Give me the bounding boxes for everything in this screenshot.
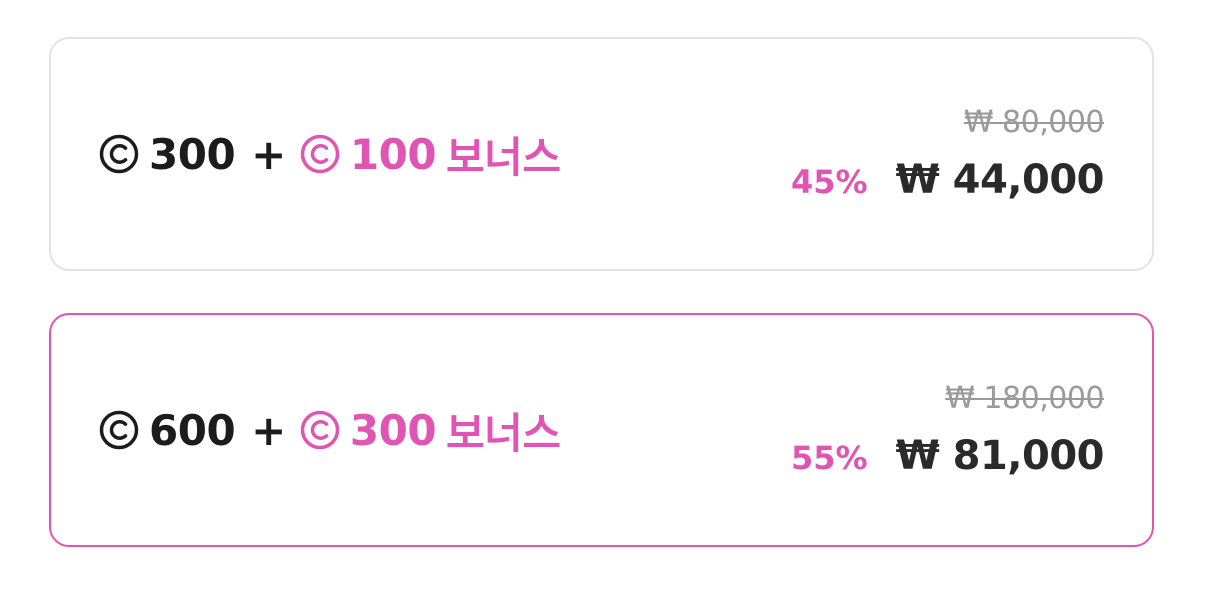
sale-price: ₩ 81,000 [895, 433, 1105, 479]
price-block: ₩ 180,000 55% ₩ 81,000 [791, 315, 1105, 545]
price-block: ₩ 80,000 45% ₩ 44,000 [791, 39, 1105, 269]
bonus-coin-amount: 300 [349, 405, 437, 455]
bonus-coin-icon [300, 134, 340, 174]
coin-amount: 300 [149, 129, 236, 179]
coin-package-card-selected[interactable]: 600 + 300 보너스 ₩ 180,000 55% ₩ 81,000 [49, 313, 1154, 547]
coin-icon [99, 134, 139, 174]
bonus-coin-icon [300, 410, 340, 450]
sale-price: ₩ 44,000 [895, 157, 1105, 203]
bonus-label: 보너스 [446, 408, 561, 458]
plus-sign: + [251, 129, 286, 179]
discount-percent: 55% [791, 439, 868, 477]
coin-amount: 600 [149, 405, 236, 455]
discount-percent: 45% [791, 163, 868, 201]
original-price: ₩ 80,000 [963, 105, 1105, 140]
package-title: 300 + 100 보너스 [99, 39, 561, 269]
package-title: 600 + 300 보너스 [99, 315, 561, 545]
bonus-label: 보너스 [446, 132, 561, 182]
coin-package-card[interactable]: 300 + 100 보너스 ₩ 80,000 45% ₩ 44,000 [49, 37, 1154, 271]
plus-sign: + [251, 405, 286, 455]
original-price: ₩ 180,000 [945, 381, 1104, 416]
coin-icon [99, 410, 139, 450]
bonus-coin-amount: 100 [349, 129, 437, 179]
